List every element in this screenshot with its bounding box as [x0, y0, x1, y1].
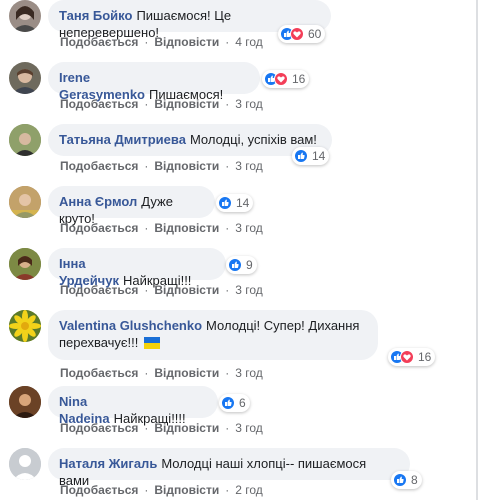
- comment-text-line2: перехвачує!!!: [59, 335, 139, 350]
- like-link[interactable]: Подобається: [60, 97, 138, 111]
- thumbs-up-icon: [218, 196, 232, 210]
- comment-bubble: Nina Nadeina Найкращі!!!!: [48, 386, 218, 426]
- reaction-count: 16: [292, 72, 306, 86]
- ukraine-flag-icon: [144, 337, 161, 349]
- separator: ·: [144, 35, 149, 49]
- comment-author[interactable]: Таня Бойко: [59, 8, 132, 23]
- comment-text: Молодці, успіхів вам!: [189, 132, 317, 147]
- separator: ·: [144, 421, 149, 435]
- comment-bubble: Valentina Glushchenko Молодці! Супер! Дих…: [48, 310, 378, 360]
- reactions-summary[interactable]: 16: [262, 70, 310, 88]
- timestamp[interactable]: 3 год: [235, 283, 263, 297]
- like-link[interactable]: Подобається: [60, 35, 138, 49]
- separator: ·: [225, 483, 230, 497]
- thumbs-up-icon: [221, 396, 235, 410]
- separator: ·: [144, 283, 149, 297]
- comment-bubble: Татьяна Дмитриева Молодці, успіхів вам!: [48, 124, 332, 156]
- reply-link[interactable]: Відповісти: [154, 35, 219, 49]
- timestamp[interactable]: 3 год: [235, 159, 263, 173]
- avatar[interactable]: [9, 0, 41, 32]
- comment-text-line1: Молодці! Супер! Дихання: [206, 318, 360, 333]
- comment-actions: Подобається · Відповісти · 3 год: [60, 283, 263, 297]
- comment-bubble: Irene Gerasymenko Пишаємося!: [48, 62, 260, 102]
- reply-link[interactable]: Відповісти: [154, 221, 219, 235]
- heart-icon: [400, 350, 414, 364]
- separator: ·: [225, 421, 230, 435]
- reaction-count: 6: [239, 396, 246, 410]
- like-link[interactable]: Подобається: [60, 366, 138, 380]
- avatar[interactable]: [9, 248, 41, 280]
- reactions-summary[interactable]: 16: [388, 348, 436, 366]
- separator: ·: [144, 97, 149, 111]
- like-link[interactable]: Подобається: [60, 159, 138, 173]
- reply-link[interactable]: Відповісти: [154, 97, 219, 111]
- reaction-count: 9: [246, 258, 253, 272]
- separator: ·: [225, 35, 230, 49]
- like-link[interactable]: Подобається: [60, 483, 138, 497]
- reaction-count: 14: [236, 196, 250, 210]
- heart-icon: [290, 27, 304, 41]
- comment-actions: Подобається · Відповісти · 4 год: [60, 35, 263, 49]
- timestamp[interactable]: 3 год: [235, 366, 263, 380]
- comment-actions: Подобається · Відповісти · 2 год: [60, 483, 263, 497]
- like-link[interactable]: Подобається: [60, 421, 138, 435]
- like-link[interactable]: Подобається: [60, 221, 138, 235]
- timestamp[interactable]: 2 год: [235, 483, 263, 497]
- comment-author[interactable]: Татьяна Дмитриева: [59, 132, 186, 147]
- separator: ·: [225, 283, 230, 297]
- reaction-count: 14: [312, 149, 326, 163]
- comment-author[interactable]: Valentina Glushchenko: [59, 318, 202, 333]
- separator: ·: [144, 483, 149, 497]
- reaction-count: 16: [418, 350, 432, 364]
- reply-link[interactable]: Відповісти: [154, 366, 219, 380]
- reactions-summary[interactable]: 60: [278, 25, 326, 43]
- thumbs-up-icon: [393, 473, 407, 487]
- reaction-count: 8: [411, 473, 418, 487]
- reactions-summary[interactable]: 14: [216, 194, 254, 212]
- comment-actions: Подобається · Відповісти · 3 год: [60, 159, 263, 173]
- separator: ·: [225, 366, 230, 380]
- avatar[interactable]: [9, 310, 41, 342]
- comment-bubble: Анна Єрмол Дуже круто!: [48, 186, 215, 226]
- separator: ·: [144, 221, 149, 235]
- comment-bubble: Інна Урдейчук Найкращі!!!: [48, 248, 226, 288]
- reactions-summary[interactable]: 14: [292, 147, 330, 165]
- heart-icon: [274, 72, 288, 86]
- like-link[interactable]: Подобається: [60, 283, 138, 297]
- reply-link[interactable]: Відповісти: [154, 283, 219, 297]
- reply-link[interactable]: Відповісти: [154, 159, 219, 173]
- comment-bubble: Наталя Жигаль Молодці наші хлопці-- пишає…: [48, 448, 410, 488]
- avatar[interactable]: [9, 386, 41, 418]
- avatar[interactable]: [9, 186, 41, 218]
- avatar[interactable]: [9, 124, 41, 156]
- reactions-summary[interactable]: 8: [391, 471, 422, 489]
- comment-actions: Подобається · Відповісти · 3 год: [60, 221, 263, 235]
- separator: ·: [225, 159, 230, 173]
- timestamp[interactable]: 3 год: [235, 97, 263, 111]
- separator: ·: [144, 159, 149, 173]
- reaction-count: 60: [308, 27, 322, 41]
- separator: ·: [144, 366, 149, 380]
- separator: ·: [225, 97, 230, 111]
- comment-author[interactable]: Наталя Жигаль: [59, 456, 157, 471]
- thumbs-up-icon: [228, 258, 242, 272]
- avatar[interactable]: [9, 62, 41, 94]
- comment-actions: Подобається · Відповісти · 3 год: [60, 97, 263, 111]
- comment-actions: Подобається · Відповісти · 3 год: [60, 366, 263, 380]
- avatar[interactable]: [9, 448, 41, 480]
- default-avatar-icon: [9, 448, 41, 480]
- thumbs-up-icon: [294, 149, 308, 163]
- reply-link[interactable]: Відповісти: [154, 483, 219, 497]
- separator: ·: [225, 221, 230, 235]
- timestamp[interactable]: 3 год: [235, 421, 263, 435]
- reactions-summary[interactable]: 6: [219, 394, 250, 412]
- comment-actions: Подобається · Відповісти · 3 год: [60, 421, 263, 435]
- reactions-summary[interactable]: 9: [226, 256, 257, 274]
- comment-author[interactable]: Анна Єрмол: [59, 194, 137, 209]
- reply-link[interactable]: Відповісти: [154, 421, 219, 435]
- timestamp[interactable]: 3 год: [235, 221, 263, 235]
- timestamp[interactable]: 4 год: [235, 35, 263, 49]
